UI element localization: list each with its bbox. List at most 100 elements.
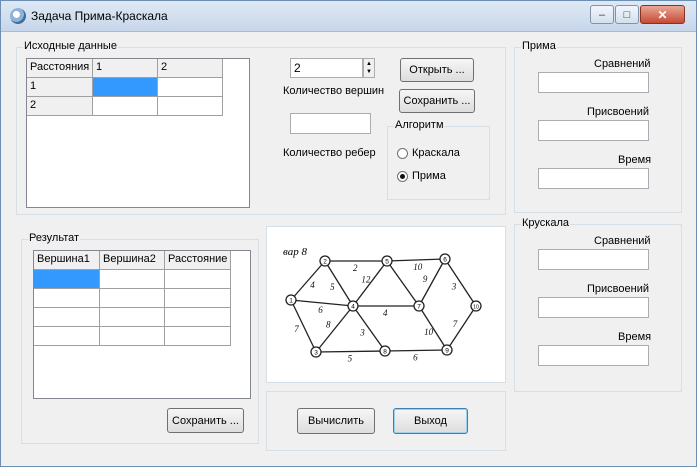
prim-group-label: Прима [521, 40, 557, 52]
graph-node-label: 4 [351, 304, 355, 311]
grid-cell-1-1[interactable] [93, 78, 158, 97]
result-grid[interactable]: Вершина1 Вершина2 Расстояние [33, 250, 251, 399]
graph-edge-weight: 5 [330, 282, 335, 292]
graph-node-9: 9 [441, 344, 453, 356]
main-window: Задача Прима-Краскала – □ ✕ Исходные дан… [0, 0, 697, 467]
algorithm-group: Алгоритм [387, 119, 490, 200]
graph-edge-6-10 [444, 258, 477, 307]
graph-node-5: 5 [381, 255, 393, 267]
graph-node-label: 6 [443, 257, 447, 264]
grid-row-header-1: 1 [27, 78, 93, 97]
graph-sketch-panel: вар 8 4 6 7 2 5 12 10 9 3 4 8 3 5 6 10 7 1 2 3 4 5 6 7 8 9 10 [266, 226, 506, 383]
result-cell[interactable] [34, 270, 100, 289]
kruskal-comparisons-field[interactable] [538, 249, 649, 270]
prim-radio-label[interactable]: Прима [412, 170, 446, 182]
prim-time-field[interactable] [538, 168, 649, 189]
grid-cell-2-2[interactable] [158, 97, 223, 116]
graph-node-label: 8 [383, 349, 387, 356]
grid-row-header-2: 2 [27, 97, 93, 116]
graph-node-7: 7 [413, 300, 425, 312]
graph-caption: вар 8 [283, 246, 307, 258]
graph-edge-weight: 3 [451, 281, 457, 291]
save-input-button[interactable]: Сохранить ... [399, 89, 475, 113]
app-globe-icon [10, 8, 26, 24]
close-button[interactable]: ✕ [640, 5, 685, 24]
result-group-label: Результат [28, 232, 81, 244]
graph-node-label: 9 [445, 348, 449, 355]
grid-header-distances: Расстояния [27, 59, 93, 78]
prim-comparisons-label: Сравнений [594, 58, 651, 70]
graph-edge-weight: 6 [413, 353, 418, 363]
prim-time-label: Время [618, 154, 652, 166]
edge-count-label: Количество ребер [283, 147, 376, 159]
graph-edge-weight: 4 [383, 308, 388, 318]
result-cell[interactable] [100, 289, 165, 308]
result-cell[interactable] [165, 289, 231, 308]
graph-node-8: 8 [379, 345, 391, 357]
graph-edge-weight: 7 [294, 324, 299, 334]
input-data-group-label: Исходные данные [23, 40, 118, 52]
prim-assignments-label: Присвоений [587, 106, 649, 118]
result-cell[interactable] [165, 327, 231, 346]
kruskal-radio[interactable] [397, 148, 408, 159]
graph-edge-weight: 7 [453, 319, 458, 329]
graph-edge-weight: 10 [424, 327, 434, 337]
graph-edge-weight: 8 [326, 320, 331, 330]
spin-up-icon[interactable]: ▲ [366, 61, 372, 67]
graph-edge-weight: 9 [423, 274, 428, 284]
kruskal-assignments-field[interactable] [538, 297, 649, 318]
kruskal-comparisons-label: Сравнений [594, 235, 651, 247]
result-header-distance: Расстояние [165, 251, 231, 270]
result-cell[interactable] [100, 270, 165, 289]
edge-count-input[interactable] [290, 113, 371, 134]
graph-node-label: 1 [289, 298, 293, 305]
kruskal-time-label: Время [618, 331, 652, 343]
graph-edge-weight: 12 [361, 274, 371, 284]
prim-assignments-field[interactable] [538, 120, 649, 141]
vertex-count-label: Количество вершин [283, 85, 385, 97]
distance-grid[interactable]: Расстояния 1 2 1 2 [26, 58, 250, 208]
graph-edge-weight: 10 [413, 262, 423, 272]
maximize-button[interactable]: □ [615, 5, 639, 24]
prim-comparisons-field[interactable] [538, 72, 649, 93]
graph-edge-weight: 6 [318, 305, 323, 315]
graph-edge-4-8 [352, 305, 386, 352]
graph-edge-1-2 [290, 260, 326, 301]
graph-edge-weight: 3 [359, 328, 365, 338]
result-cell[interactable] [100, 308, 165, 327]
open-button[interactable]: Открыть ... [400, 58, 474, 82]
result-cell[interactable] [34, 308, 100, 327]
calculate-button[interactable]: Вычислить [297, 408, 375, 434]
exit-button[interactable]: Выход [393, 408, 468, 434]
title-bar[interactable]: Задача Прима-Краскала – □ ✕ [1, 1, 696, 32]
graph-node-label: 2 [323, 259, 327, 266]
prim-radio[interactable] [397, 171, 408, 182]
save-result-button[interactable]: Сохранить ... [167, 408, 244, 433]
kruskal-radio-label[interactable]: Краскала [412, 147, 460, 159]
result-cell[interactable] [100, 327, 165, 346]
kruskal-assignments-label: Присвоений [587, 283, 649, 295]
graph-node-3: 3 [310, 346, 322, 358]
vertex-count-spinner[interactable]: ▲ ▼ [363, 58, 375, 78]
result-cell[interactable] [165, 270, 231, 289]
grid-cell-1-2[interactable] [158, 78, 223, 97]
graph-edge-weight: 2 [353, 263, 358, 273]
graph-edge-weight: 4 [310, 280, 315, 290]
result-header-vertex2: Вершина2 [100, 251, 165, 270]
kruskal-group-label: Крускала [521, 217, 570, 229]
graph-edge-10-9 [446, 305, 477, 351]
minimize-button[interactable]: – [590, 5, 614, 24]
result-cell[interactable] [165, 308, 231, 327]
grid-cell-2-1[interactable] [93, 97, 158, 116]
grid-header-col-2: 2 [158, 59, 223, 78]
result-cell[interactable] [34, 289, 100, 308]
result-header-vertex1: Вершина1 [34, 251, 100, 270]
graph-edge-8-9 [384, 349, 448, 352]
graph-node-label: 10 [473, 305, 479, 311]
vertex-count-input[interactable]: 2 [290, 58, 363, 78]
graph-edge-5-6 [386, 258, 446, 262]
spin-down-icon[interactable]: ▼ [366, 69, 372, 75]
kruskal-time-field[interactable] [538, 345, 649, 366]
graph-edge-3-8 [315, 350, 386, 353]
result-cell[interactable] [34, 327, 100, 346]
